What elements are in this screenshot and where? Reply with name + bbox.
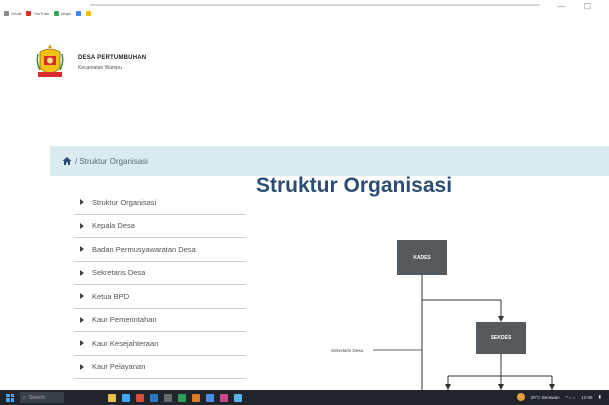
sidebar-item-kepala-desa[interactable]: Kepala Desa bbox=[74, 215, 246, 238]
breadcrumb-current: / Struktur Organisasi bbox=[75, 156, 148, 166]
window-controls[interactable]: — ☐ bbox=[558, 2, 599, 11]
caret-right-icon bbox=[80, 246, 84, 253]
org-side-label: Sekretaris Desa bbox=[331, 348, 364, 353]
sidebar-item-kaur-pemerintahan[interactable]: Kaur Pemerintahan bbox=[74, 309, 246, 332]
sidebar-item-kaur-kesejahteraan[interactable]: Kaur Kesejahteraan bbox=[74, 332, 246, 356]
org-box-sekdes: SEKDES bbox=[476, 322, 526, 354]
village-logo[interactable] bbox=[36, 42, 64, 82]
app-icon[interactable] bbox=[192, 393, 200, 402]
notification-icon[interactable]: ▮ bbox=[599, 394, 601, 400]
file-explorer-icon[interactable] bbox=[108, 393, 116, 402]
bookmark-gmail[interactable]: Gmail bbox=[4, 10, 22, 16]
site-header: DESA PERTUMBUHAN Kecamatan Wampu bbox=[36, 42, 146, 82]
bookmark-label: Gmail bbox=[11, 10, 22, 16]
caret-right-icon bbox=[80, 199, 84, 206]
bookmark-maps[interactable]: Maps bbox=[54, 10, 71, 16]
search-icon: ⌕ bbox=[23, 394, 26, 401]
org-chart: KADES SEKDES Sekretaris Desa bbox=[320, 230, 609, 390]
app-icon[interactable] bbox=[164, 393, 172, 402]
clock[interactable]: 12:08 bbox=[581, 395, 592, 400]
page-title: Struktur Organisasi bbox=[256, 174, 453, 197]
village-name[interactable]: DESA PERTUMBUHAN bbox=[78, 55, 146, 61]
caret-right-icon bbox=[80, 293, 84, 300]
sidebar-item-sekretaris-desa[interactable]: Sekretaris Desa bbox=[74, 262, 246, 285]
sidebar-item-label: Kepala Desa bbox=[92, 221, 135, 231]
brand-block: DESA PERTUMBUHAN Kecamatan Wampu bbox=[78, 55, 146, 71]
app-icon[interactable] bbox=[220, 393, 228, 402]
sidebar-item-label: Badan Permusyawaratan Desa bbox=[92, 244, 196, 254]
bookmark-icon bbox=[75, 10, 81, 16]
sidebar-item-label: Ketua BPD bbox=[92, 291, 130, 301]
sidebar-menu: Struktur Organisasi Kepala Desa Badan Pe… bbox=[74, 191, 246, 379]
caret-right-icon bbox=[80, 316, 84, 323]
app-icon[interactable] bbox=[136, 393, 144, 402]
search-placeholder: Search bbox=[28, 394, 45, 401]
sidebar-item-label: Kaur Pelayanan bbox=[92, 362, 146, 372]
bookmark-5[interactable] bbox=[85, 10, 91, 16]
sidebar-item-label: Sekretaris Desa bbox=[92, 268, 146, 278]
org-chart-lines bbox=[373, 275, 555, 390]
bookmark-icon bbox=[85, 10, 91, 16]
chrome-icon[interactable] bbox=[206, 393, 214, 402]
sidebar-item-label: Kaur Kesejahteraan bbox=[92, 338, 159, 348]
taskbar-apps bbox=[108, 393, 242, 402]
weather-text[interactable]: 29°C Berawan bbox=[531, 395, 560, 400]
emblem-icon bbox=[36, 44, 64, 77]
sidebar-item-ketua-bpd[interactable]: Ketua BPD bbox=[74, 285, 246, 309]
caret-right-icon bbox=[80, 340, 84, 347]
sidebar-item-kaur-pelayanan[interactable]: Kaur Pelayanan bbox=[74, 356, 246, 379]
taskbar: ⌕ Search 29°C Berawan ^ ⌂ ♪ 12:08 ▮ bbox=[0, 390, 609, 405]
breadcrumb: / Struktur Organisasi bbox=[50, 146, 609, 176]
app-icon[interactable] bbox=[150, 393, 158, 402]
windows-start-icon[interactable] bbox=[6, 393, 14, 402]
system-tray: 29°C Berawan ^ ⌂ ♪ 12:08 ▮ bbox=[516, 393, 601, 401]
sidebar-item-label: Kaur Pemerintahan bbox=[92, 315, 157, 325]
taskbar-search[interactable]: ⌕ Search bbox=[20, 392, 64, 403]
gmail-icon bbox=[4, 10, 9, 16]
maps-icon bbox=[54, 10, 60, 16]
sidebar-item-label: Struktur Organisasi bbox=[92, 197, 157, 207]
caret-right-icon bbox=[80, 222, 84, 229]
app-icon[interactable] bbox=[178, 393, 186, 402]
bookmark-4[interactable] bbox=[75, 10, 81, 16]
tab-strip-line bbox=[90, 4, 540, 6]
weather-icon[interactable] bbox=[516, 393, 525, 401]
task-view-icon[interactable] bbox=[122, 393, 130, 402]
sidebar-item-struktur-organisasi[interactable]: Struktur Organisasi bbox=[74, 191, 246, 215]
sidebar-item-bpd[interactable]: Badan Permusyawaratan Desa bbox=[74, 238, 246, 262]
org-box-kades: KADES bbox=[397, 240, 447, 275]
caret-right-icon bbox=[80, 269, 84, 276]
youtube-icon bbox=[26, 10, 32, 16]
bookmark-label: Maps bbox=[61, 10, 71, 16]
district-name: Kecamatan Wampu bbox=[78, 65, 122, 71]
bookmark-label: YouTube bbox=[33, 10, 50, 16]
app-icon[interactable] bbox=[234, 393, 242, 402]
caret-right-icon bbox=[80, 363, 84, 370]
home-icon[interactable] bbox=[62, 156, 72, 166]
bookmark-youtube[interactable]: YouTube bbox=[26, 10, 50, 16]
tray-icons[interactable]: ^ ⌂ ♪ bbox=[566, 395, 576, 400]
